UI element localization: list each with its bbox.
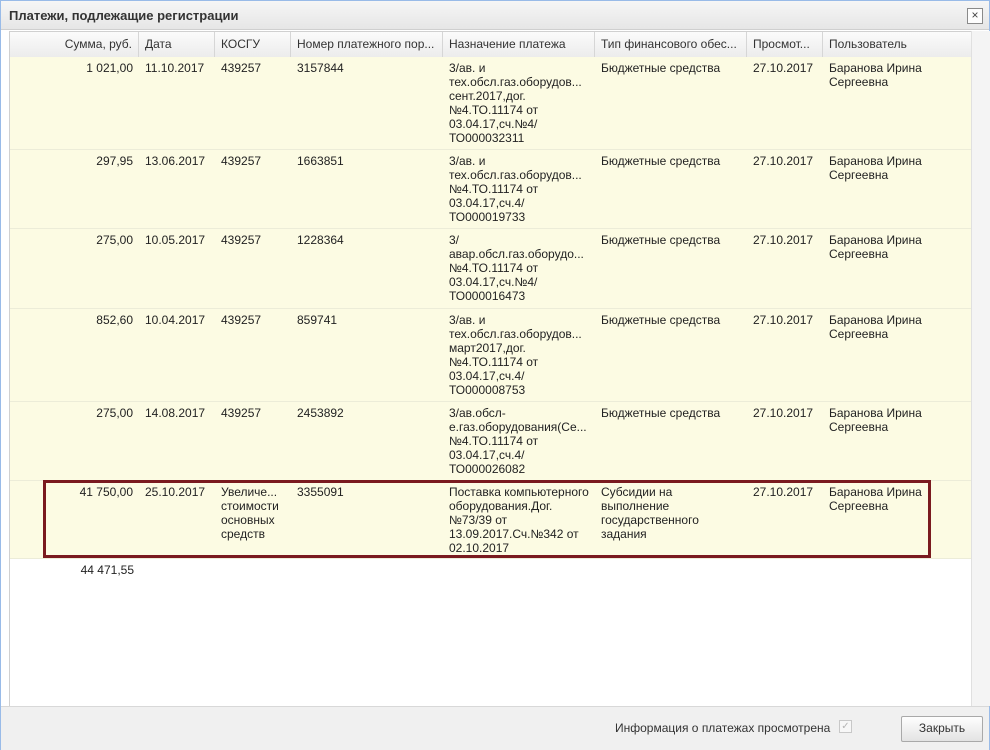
cell-kosgu: 439257 bbox=[221, 61, 262, 75]
cell-viewed: 27.10.2017 bbox=[753, 154, 814, 168]
cell-fin-type: Бюджетные средства bbox=[601, 61, 721, 75]
cell-number: 3157844 bbox=[297, 61, 344, 75]
dialog-footer: Информация о платежах просмотрена ✓ Закр… bbox=[1, 706, 989, 750]
grid-scrollbar[interactable] bbox=[971, 31, 990, 706]
cell-amount: 275,00 bbox=[96, 406, 133, 420]
column-header-kosgu[interactable]: КОСГУ bbox=[215, 32, 291, 57]
cell-user: Баранова Ирина Сергеевна bbox=[829, 485, 922, 513]
viewed-label: Информация о платежах просмотрена bbox=[615, 721, 831, 735]
payments-dialog: Платежи, подлежащие регистрации × Сумма,… bbox=[0, 0, 990, 750]
cell-amount: 1 021,00 bbox=[86, 61, 133, 75]
column-header-amount[interactable]: Сумма, руб. bbox=[10, 32, 139, 57]
cell-date: 10.04.2017 bbox=[145, 313, 206, 327]
cell-purpose: 3/ авар.обсл.газ.оборудо... №4.ТО.11174 … bbox=[449, 233, 584, 303]
cell-kosgu: Увеличе... стоимости основных средств bbox=[221, 485, 279, 541]
cell-kosgu: 439257 bbox=[221, 233, 262, 247]
column-header-user[interactable]: Пользователь bbox=[823, 32, 972, 57]
cell-purpose: 3/ав. и тех.обсл.газ.оборудов... №4.ТО.1… bbox=[449, 154, 582, 224]
cell-fin-type: Бюджетные средства bbox=[601, 313, 721, 327]
cell-viewed: 27.10.2017 bbox=[753, 313, 814, 327]
cell-kosgu: 439257 bbox=[221, 313, 262, 327]
cell-purpose: Поставка компьютерного оборудования.Дог.… bbox=[449, 485, 589, 555]
cell-amount: 275,00 bbox=[96, 233, 133, 247]
cell-date: 14.08.2017 bbox=[145, 406, 206, 420]
cell-number: 3355091 bbox=[297, 485, 344, 499]
cell-date: 10.05.2017 bbox=[145, 233, 206, 247]
cell-date: 25.10.2017 bbox=[145, 485, 206, 499]
cell-fin-type: Бюджетные средства bbox=[601, 154, 721, 168]
close-button[interactable]: Закрыть bbox=[901, 716, 983, 742]
cell-kosgu: 439257 bbox=[221, 406, 262, 420]
close-icon[interactable]: × bbox=[967, 8, 983, 24]
cell-viewed: 27.10.2017 bbox=[753, 485, 814, 499]
table-row[interactable]: 275,00 14.08.2017 439257 2453892 3/ав.об… bbox=[10, 402, 972, 481]
cell-user: Баранова Ирина Сергеевна bbox=[829, 233, 922, 261]
cell-user: Баранова Ирина Сергеевна bbox=[829, 154, 922, 182]
dialog-titlebar: Платежи, подлежащие регистрации × bbox=[1, 1, 989, 30]
total-amount: 44 471,55 bbox=[80, 563, 134, 577]
cell-amount: 852,60 bbox=[96, 313, 133, 327]
table-row[interactable]: 297,95 13.06.2017 439257 1663851 3/ав. и… bbox=[10, 150, 972, 229]
cell-date: 11.10.2017 bbox=[145, 61, 205, 75]
cell-purpose: 3/ав. и тех.обсл.газ.оборудов... март201… bbox=[449, 313, 582, 397]
cell-purpose: 3/ав. и тех.обсл.газ.оборудов... сент.20… bbox=[449, 61, 582, 145]
cell-number: 1663851 bbox=[297, 154, 344, 168]
column-header-fin-type[interactable]: Тип финансового обес... bbox=[595, 32, 747, 57]
cell-viewed: 27.10.2017 bbox=[753, 61, 814, 75]
cell-number: 2453892 bbox=[297, 406, 344, 420]
table-row[interactable]: 275,00 10.05.2017 439257 1228364 3/ авар… bbox=[10, 229, 972, 309]
cell-number: 859741 bbox=[297, 313, 338, 327]
cell-user: Баранова Ирина Сергеевна bbox=[829, 406, 922, 434]
cell-number: 1228364 bbox=[297, 233, 344, 247]
cell-viewed: 27.10.2017 bbox=[753, 406, 814, 420]
column-header-purpose[interactable]: Назначение платежа bbox=[443, 32, 595, 57]
cell-fin-type: Бюджетные средства bbox=[601, 233, 721, 247]
payments-grid: Сумма, руб. Дата КОСГУ Номер платежного … bbox=[9, 31, 972, 708]
column-header-viewed[interactable]: Просмот... bbox=[747, 32, 823, 57]
cell-amount: 41 750,00 bbox=[79, 485, 133, 499]
column-header-number[interactable]: Номер платежного пор... bbox=[291, 32, 443, 57]
cell-user: Баранова Ирина Сергеевна bbox=[829, 313, 922, 341]
table-row[interactable]: 1 021,00 11.10.2017 439257 3157844 3/ав.… bbox=[10, 57, 972, 150]
viewed-checkbox[interactable]: ✓ bbox=[839, 720, 852, 733]
cell-kosgu: 439257 bbox=[221, 154, 262, 168]
cell-date: 13.06.2017 bbox=[145, 154, 206, 168]
cell-amount: 297,95 bbox=[96, 154, 133, 168]
cell-fin-type: Бюджетные средства bbox=[601, 406, 721, 420]
column-header-date[interactable]: Дата bbox=[139, 32, 215, 57]
dialog-title: Платежи, подлежащие регистрации bbox=[9, 8, 239, 23]
cell-user: Баранова Ирина Сергеевна bbox=[829, 61, 922, 89]
cell-viewed: 27.10.2017 bbox=[753, 233, 814, 247]
grid-header: Сумма, руб. Дата КОСГУ Номер платежного … bbox=[10, 32, 972, 58]
cell-purpose: 3/ав.обсл- е.газ.оборудования(Се... №4.Т… bbox=[449, 406, 587, 476]
cell-fin-type: Субсидии на выполнение государственного … bbox=[601, 485, 699, 541]
table-row[interactable]: 852,60 10.04.2017 439257 859741 3/ав. и … bbox=[10, 309, 972, 402]
table-row-selected[interactable]: 41 750,00 25.10.2017 Увеличе... стоимост… bbox=[10, 481, 972, 559]
